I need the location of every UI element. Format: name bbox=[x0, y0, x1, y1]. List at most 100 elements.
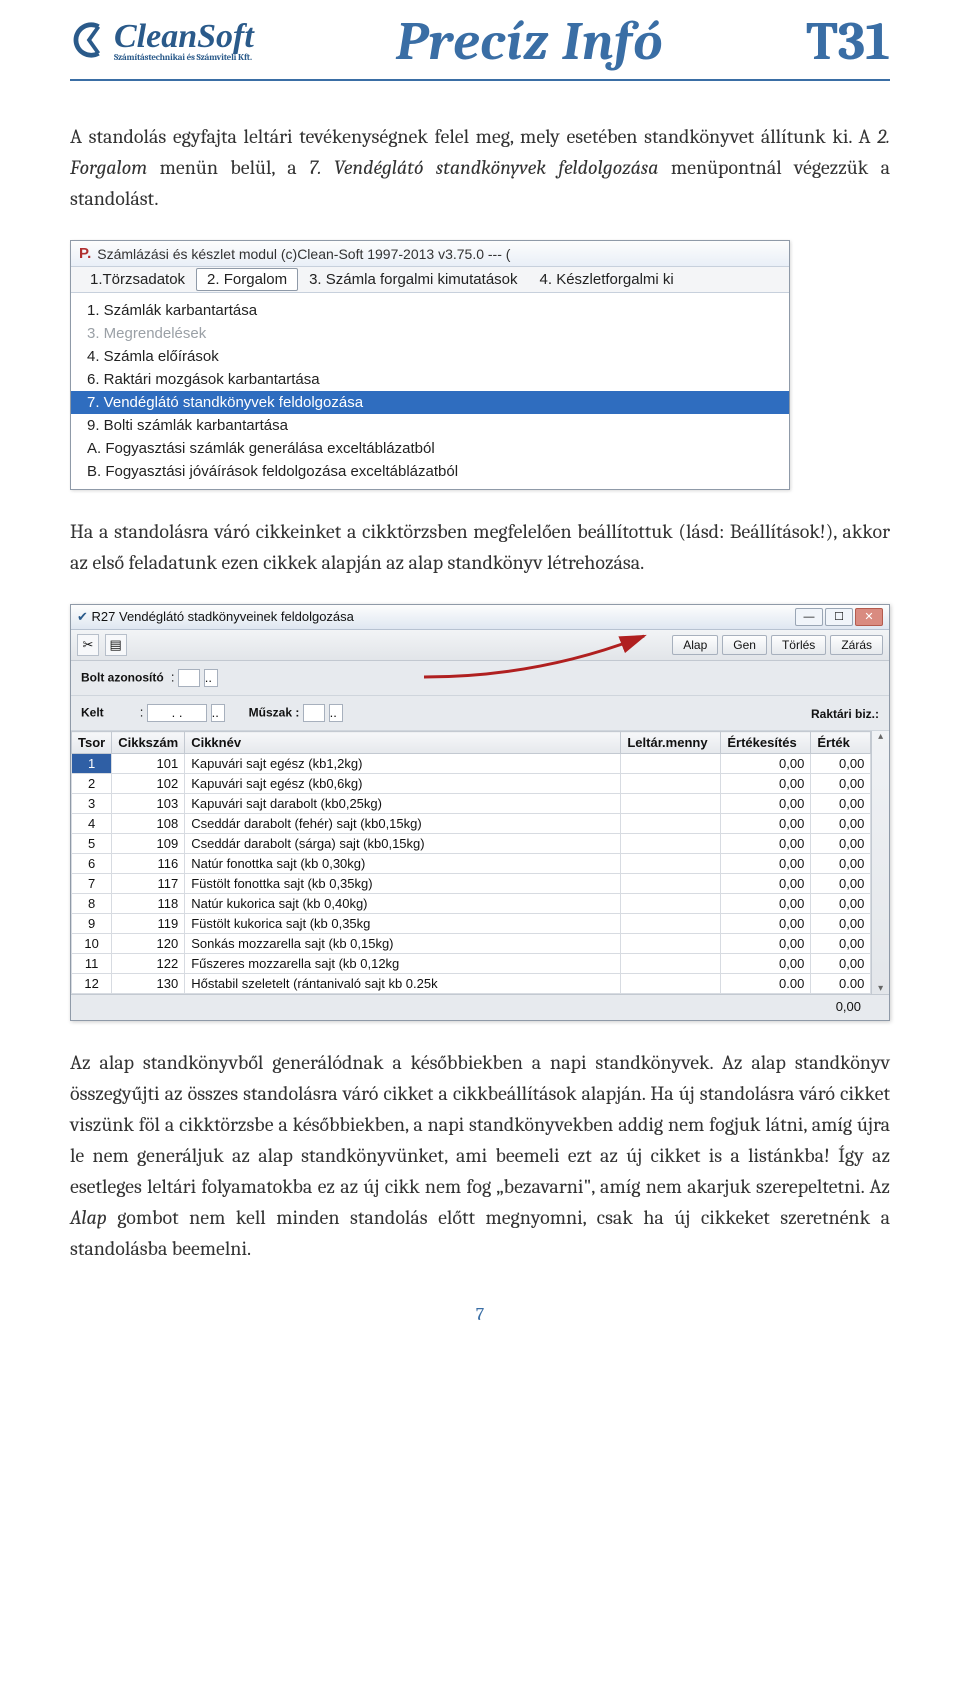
table-cell: 117 bbox=[112, 874, 185, 894]
table-cell: 103 bbox=[112, 794, 185, 814]
form-row-1: Bolt azonosító : .. bbox=[71, 661, 889, 696]
table-cell bbox=[621, 814, 721, 834]
table-row[interactable]: 4108Cseddár darabolt (fehér) sajt (kb0,1… bbox=[72, 814, 871, 834]
logo-name: CleanSoft bbox=[114, 20, 254, 54]
table-row[interactable]: 12130Hőstabil szeletelt (rántanivaló saj… bbox=[72, 974, 871, 994]
minimize-button[interactable]: — bbox=[795, 608, 823, 626]
menubar-item[interactable]: 4. Készletforgalmi ki bbox=[529, 268, 685, 291]
paragraph-1: A standolás egyfajta leltári tevékenység… bbox=[70, 121, 890, 214]
menu-item[interactable]: 1. Számlák karbantartása bbox=[71, 299, 789, 322]
table-cell: 0,00 bbox=[721, 774, 811, 794]
table-cell: 101 bbox=[112, 754, 185, 774]
table-cell: 0,00 bbox=[721, 854, 811, 874]
table-row[interactable]: 1101Kapuvári sajt egész (kb1,2kg)0,000,0… bbox=[72, 754, 871, 774]
paragraph-3: Az alap standkönyvből generálódnak a kés… bbox=[70, 1047, 890, 1264]
scroll-up-icon[interactable]: ▴ bbox=[878, 731, 883, 742]
tool-icon[interactable]: ▤ bbox=[105, 634, 127, 656]
menu-item[interactable]: 6. Raktári mozgások karbantartása bbox=[71, 368, 789, 391]
table-cell: 120 bbox=[112, 934, 185, 954]
table-cell: 0,00 bbox=[811, 954, 871, 974]
table-cell: 0,00 bbox=[811, 814, 871, 834]
menu-item[interactable]: 4. Számla előírások bbox=[71, 345, 789, 368]
table-cell bbox=[621, 934, 721, 954]
table-row[interactable]: 9119Füstölt kukorica sajt (kb 0,35kg0,00… bbox=[72, 914, 871, 934]
muszak-lookup[interactable]: .. bbox=[329, 704, 343, 722]
table-cell bbox=[621, 834, 721, 854]
menubar-item[interactable]: 1.Törzsadatok bbox=[79, 268, 196, 291]
menubar-item[interactable]: 2. Forgalom bbox=[196, 268, 298, 291]
menu-item[interactable]: 9. Bolti számlák karbantartása bbox=[71, 414, 789, 437]
window-controls: — ☐ ✕ bbox=[795, 608, 883, 626]
kelt-lookup[interactable]: .. bbox=[211, 704, 225, 722]
table-cell: 118 bbox=[112, 894, 185, 914]
maximize-button[interactable]: ☐ bbox=[825, 608, 853, 626]
table-cell: 0,00 bbox=[811, 794, 871, 814]
table-cell: 0,00 bbox=[721, 914, 811, 934]
screenshot-standkonyv-window: ✔ R27 Vendéglátó stadkönyveinek feldolgo… bbox=[70, 604, 890, 1021]
törlés-button[interactable]: Törlés bbox=[771, 635, 826, 655]
table-row[interactable]: 8118Natúr kukorica sajt (kb 0,40kg)0,000… bbox=[72, 894, 871, 914]
table-cell: 0,00 bbox=[721, 814, 811, 834]
table-cell: 0,00 bbox=[721, 834, 811, 854]
table-cell: 8 bbox=[72, 894, 112, 914]
menu-item[interactable]: A. Fogyasztási számlák generálása excelt… bbox=[71, 437, 789, 460]
column-header[interactable]: Érték bbox=[811, 732, 871, 754]
table-cell: 130 bbox=[112, 974, 185, 994]
table-cell: 119 bbox=[112, 914, 185, 934]
close-button[interactable]: ✕ bbox=[855, 608, 883, 626]
column-header[interactable]: Cikkszám bbox=[112, 732, 185, 754]
table-row[interactable]: 3103Kapuvári sajt darabolt (kb0,25kg)0,0… bbox=[72, 794, 871, 814]
table-row[interactable]: 7117Füstölt fonottka sajt (kb 0,35kg)0,0… bbox=[72, 874, 871, 894]
scissors-icon[interactable]: ✂ bbox=[77, 634, 99, 656]
table-cell: Kapuvári sajt egész (kb1,2kg) bbox=[185, 754, 621, 774]
table-cell: 12 bbox=[72, 974, 112, 994]
screenshot-menu-window: P. Számlázási és készlet modul (c)Clean-… bbox=[70, 240, 790, 490]
table-row[interactable]: 10120Sonkás mozzarella sajt (kb 0,15kg)0… bbox=[72, 934, 871, 954]
table-cell: 0,00 bbox=[721, 794, 811, 814]
table-row[interactable]: 11122Fűszeres mozzarella sajt (kb 0,12kg… bbox=[72, 954, 871, 974]
menu-item[interactable]: B. Fogyasztási jóváírások feldolgozása e… bbox=[71, 460, 789, 483]
table-row[interactable]: 2102Kapuvári sajt egész (kb0,6kg)0,000,0… bbox=[72, 774, 871, 794]
table-row[interactable]: 5109Cseddár darabolt (sárga) sajt (kb0,1… bbox=[72, 834, 871, 854]
table-cell: 109 bbox=[112, 834, 185, 854]
column-header[interactable]: Cikknév bbox=[185, 732, 621, 754]
menubar: 1.Törzsadatok2. Forgalom3. Számla forgal… bbox=[71, 267, 789, 293]
bolt-lookup[interactable]: .. bbox=[204, 669, 218, 687]
table-cell: 0,00 bbox=[721, 934, 811, 954]
table-cell: 0,00 bbox=[811, 774, 871, 794]
zárás-button[interactable]: Zárás bbox=[830, 635, 883, 655]
scroll-down-icon[interactable]: ▾ bbox=[878, 983, 883, 994]
menubar-item[interactable]: 3. Számla forgalmi kimutatások bbox=[298, 268, 528, 291]
table-cell: 0,00 bbox=[811, 834, 871, 854]
menu-item[interactable]: 7. Vendéglátó standkönyvek feldolgozása bbox=[71, 391, 789, 414]
bolt-label: Bolt azonosító bbox=[81, 670, 164, 684]
column-header[interactable]: Leltár.menny bbox=[621, 732, 721, 754]
table-cell: 1 bbox=[72, 754, 112, 774]
vertical-scrollbar[interactable]: ▴ ▾ bbox=[871, 731, 889, 994]
table-cell: 116 bbox=[112, 854, 185, 874]
kelt-field[interactable]: . . bbox=[147, 704, 207, 722]
form-row-2: Kelt : . . .. Műszak : .. Raktári biz.: bbox=[71, 696, 889, 731]
table-row[interactable]: 6116Natúr fonottka sajt (kb 0,30kg)0,000… bbox=[72, 854, 871, 874]
data-grid[interactable]: TsorCikkszámCikknévLeltár.mennyÉrtékesít… bbox=[71, 731, 871, 994]
dropdown-menu: 1. Számlák karbantartása3. Megrendelések… bbox=[71, 293, 789, 489]
table-cell: 7 bbox=[72, 874, 112, 894]
column-header[interactable]: Értékesítés bbox=[721, 732, 811, 754]
table-cell bbox=[621, 794, 721, 814]
window-titlebar: P. Számlázási és készlet modul (c)Clean-… bbox=[71, 241, 789, 267]
app-icon: P. bbox=[79, 245, 91, 262]
alap-button[interactable]: Alap bbox=[672, 635, 718, 655]
muszak-field[interactable] bbox=[303, 704, 325, 722]
paragraph-2: Ha a standolásra váró cikkeinket a cikkt… bbox=[70, 516, 890, 578]
table-cell: 0,00 bbox=[721, 874, 811, 894]
table-cell: Natúr kukorica sajt (kb 0,40kg) bbox=[185, 894, 621, 914]
table-cell bbox=[621, 974, 721, 994]
column-header[interactable]: Tsor bbox=[72, 732, 112, 754]
table-cell bbox=[621, 774, 721, 794]
table-cell: 0.00 bbox=[721, 974, 811, 994]
table-cell: Kapuvári sajt darabolt (kb0,25kg) bbox=[185, 794, 621, 814]
gen-button[interactable]: Gen bbox=[722, 635, 767, 655]
toolbar: ✂ ▤ AlapGenTörlésZárás bbox=[71, 630, 889, 661]
page-header: CleanSoft Számítástechnikai és Számvitel… bbox=[70, 0, 890, 81]
bolt-field[interactable] bbox=[178, 669, 200, 687]
